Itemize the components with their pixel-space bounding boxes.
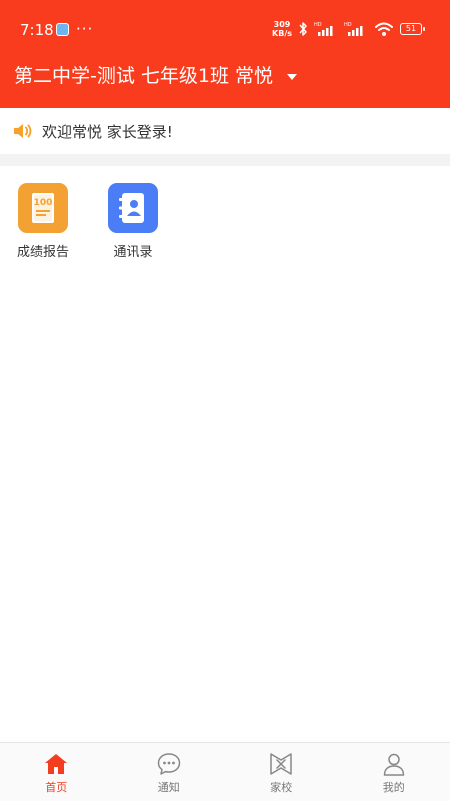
status-bar: 7:18 ··· 309 KB/s HD HD [0, 0, 450, 56]
app-grid: 100 成绩报告 通讯录 [0, 166, 450, 276]
app-contacts[interactable]: 通讯录 [88, 183, 178, 262]
contacts-icon [108, 183, 158, 233]
notice-bar: 欢迎常悦 家长登录! [0, 108, 450, 154]
status-indicators: 309 KB/s HD HD [272, 17, 422, 41]
app-label: 成绩报告 [0, 244, 88, 262]
class-selector[interactable]: 第二中学-测试 七年级1班 常悦 [14, 62, 297, 90]
network-speed-value: 309 [272, 20, 292, 29]
network-speed-unit: KB/s [272, 29, 292, 38]
network-speed: 309 KB/s [272, 20, 292, 38]
caret-down-icon [287, 74, 297, 80]
wifi-icon [374, 21, 394, 37]
battery-icon: 51 [400, 23, 422, 35]
tab-label: 家校 [270, 780, 292, 795]
signal-icon: HD [314, 21, 338, 37]
section-divider [0, 154, 450, 166]
message-icon [156, 751, 182, 777]
tab-mine[interactable]: 我的 [338, 743, 450, 801]
welcome-text: 欢迎常悦 家长登录! [42, 121, 173, 142]
bluetooth-icon [298, 21, 308, 37]
score-report-icon: 100 [18, 183, 68, 233]
notification-app-icon [56, 23, 69, 36]
app-label: 通讯录 [88, 244, 178, 262]
home-school-icon [268, 751, 294, 777]
bottom-tab-bar: 首页 通知 家校 我的 [0, 742, 450, 801]
status-time: 7:18 [20, 20, 54, 40]
icon-text-100: 100 [34, 198, 53, 208]
tab-label: 通知 [158, 780, 180, 795]
status-overflow: ··· [76, 19, 93, 39]
page-title: 第二中学-测试 七年级1班 常悦 [14, 63, 273, 89]
tab-home-school[interactable]: 家校 [225, 743, 338, 801]
tab-label: 我的 [383, 780, 405, 795]
svg-text:HD: HD [344, 22, 352, 28]
tab-home[interactable]: 首页 [0, 743, 113, 801]
signal-icon-2: HD [344, 21, 368, 37]
svg-text:HD: HD [314, 22, 322, 28]
app-header: 7:18 ··· 309 KB/s HD HD [0, 0, 450, 108]
app-score-report[interactable]: 100 成绩报告 [0, 183, 88, 262]
speaker-icon [12, 121, 34, 141]
tab-notifications[interactable]: 通知 [113, 743, 226, 801]
user-icon [381, 751, 407, 777]
tab-label: 首页 [45, 780, 67, 795]
home-icon [43, 751, 69, 777]
